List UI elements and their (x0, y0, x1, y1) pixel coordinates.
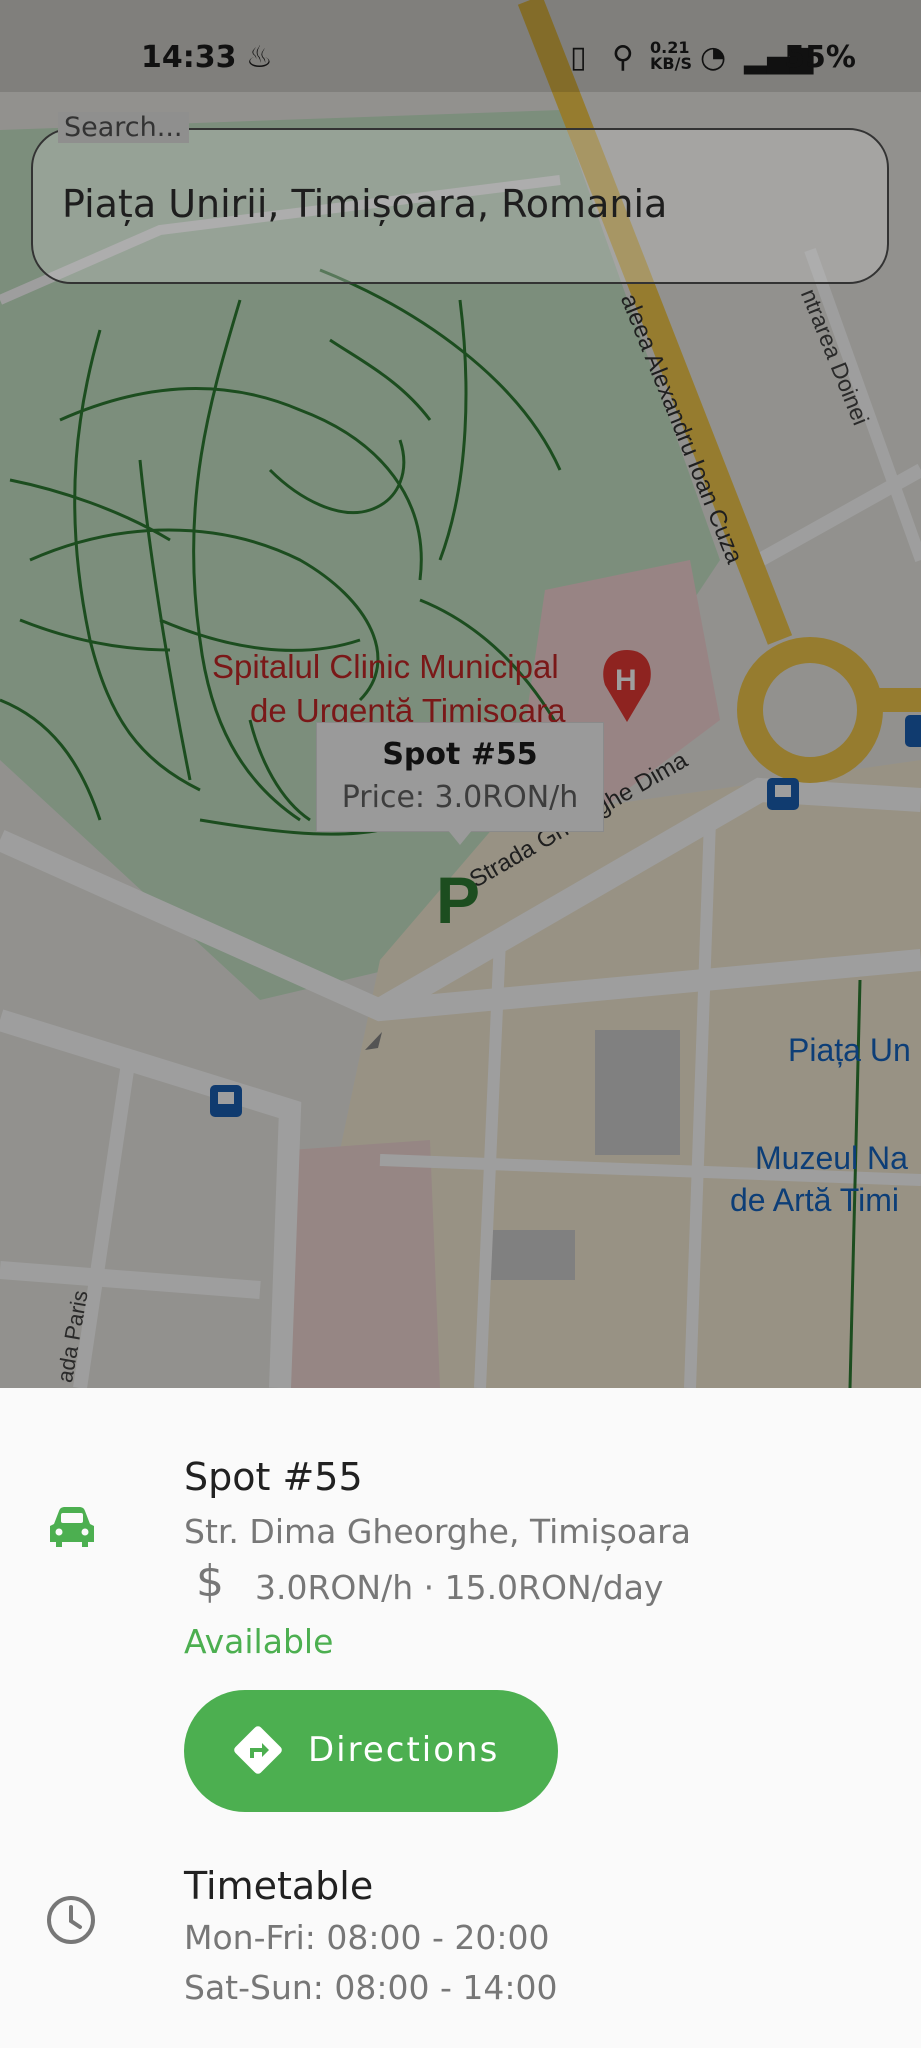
network-speed: 0.21 KB/S (650, 40, 692, 72)
hospital-label: Spitalul Clinic Municipal (212, 648, 559, 685)
car-icon (50, 1507, 94, 1547)
vibrate-icon: ▯ (570, 40, 587, 75)
museum-label: de Artă Timi (730, 1182, 899, 1218)
parking-marker-icon[interactable]: P (436, 862, 480, 938)
spot-address: Str. Dima Gheorghe, Timișoara (184, 1512, 691, 1551)
spot-title: Spot #55 (184, 1455, 363, 1499)
status-time: 14:33 (141, 40, 237, 75)
timetable-weekdays: Mon-Fri: 08:00 - 20:00 (184, 1918, 550, 1957)
dollar-icon: $ (196, 1556, 224, 1607)
building-area (290, 1140, 440, 1388)
timetable-title: Timetable (184, 1864, 374, 1908)
search-input[interactable]: Piața Unirii, Timișoara, Romania (62, 182, 667, 226)
building-block (595, 1030, 680, 1155)
svg-text:H: H (615, 664, 637, 697)
spot-prices: 3.0RON/h · 15.0RON/day (255, 1568, 664, 1607)
spot-status: Available (184, 1622, 334, 1661)
info-window-title: Spot #55 (382, 737, 538, 772)
museum-label: Muzeul Na (755, 1140, 908, 1176)
directions-button[interactable]: Directions (184, 1690, 558, 1812)
timetable-weekend: Sat-Sun: 08:00 - 14:00 (184, 1968, 558, 2007)
marker-info-window[interactable]: Spot #55 Price: 3.0RON/h (316, 722, 604, 832)
notification-icon: ♨ (246, 40, 273, 75)
directions-icon (234, 1726, 282, 1774)
road (0, 1009, 302, 1388)
directions-label: Directions (308, 1730, 500, 1770)
info-window-price: Price: 3.0RON/h (341, 780, 579, 815)
roundabout (737, 637, 883, 783)
status-bar: 14:33 ♨ ▯ ⚲ 0.21 KB/S ◔ ▂▄▆ 55% (0, 0, 921, 92)
battery-level: 55% (784, 40, 856, 75)
info-window-pointer (447, 829, 473, 845)
bus-stop-icon (767, 778, 799, 810)
location-icon: ⚲ (612, 40, 634, 75)
square-label: Piața Un (788, 1032, 911, 1068)
wifi-icon: ◔ (700, 40, 727, 75)
network-speed-unit: KB/S (650, 54, 692, 73)
road (0, 1261, 261, 1299)
bus-stop-icon (210, 1085, 242, 1117)
clock-icon (47, 1896, 95, 1944)
building-block (490, 1230, 575, 1280)
bus-stop-icon (905, 715, 921, 747)
search-label: Search... (58, 112, 189, 143)
road (73, 1048, 137, 1388)
